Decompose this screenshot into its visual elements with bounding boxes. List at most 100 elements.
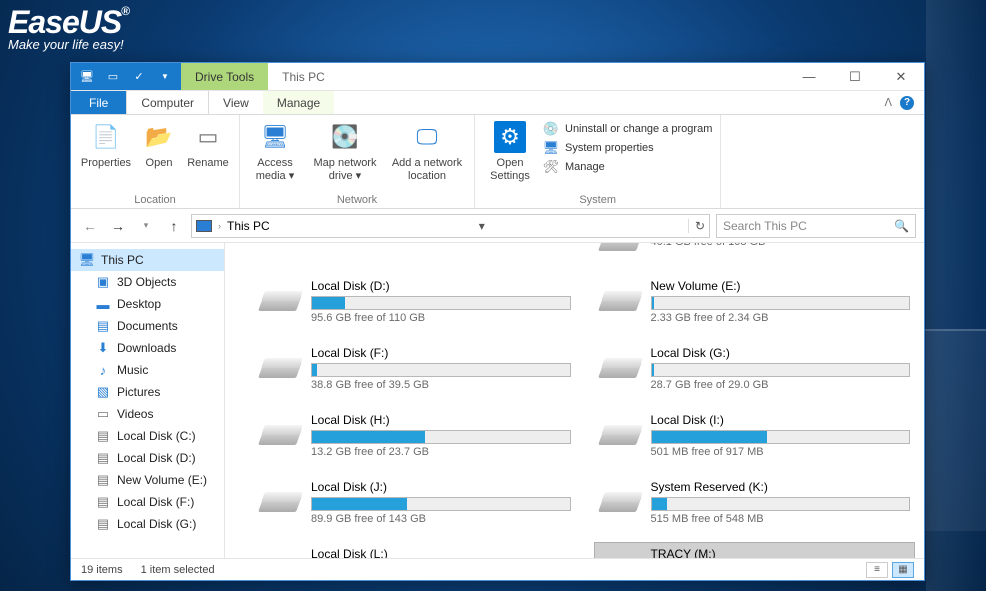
navigation-pane[interactable]: 🖥This PC▣3D Objects▬Desktop▤Documents⬇Do… (71, 243, 225, 558)
drive-capacity-bar (311, 363, 571, 377)
minimize-button[interactable]: — (786, 63, 832, 90)
drive-icon (599, 555, 641, 559)
qat-dropdown[interactable]: ▼ (153, 66, 177, 88)
tree-item-label: Documents (117, 319, 178, 333)
tree-item[interactable]: ▬Desktop (71, 293, 224, 315)
address-bar[interactable]: › This PC ▾ ↻ (191, 214, 710, 238)
ribbon: 📄 Properties 📂 Open ▭ Rename Location 🖥 … (71, 115, 924, 209)
drive-name: New Volume (E:) (651, 279, 911, 293)
search-placeholder: Search This PC (723, 219, 807, 233)
network-location-icon: 🖵 (411, 121, 443, 153)
maximize-button[interactable]: ☐ (832, 63, 878, 90)
open-settings-button[interactable]: ⚙ Open Settings (481, 117, 539, 182)
map-network-drive-button[interactable]: 💽 Map network drive ▾ (306, 117, 384, 182)
tree-item-icon: 🖥 (79, 252, 95, 268)
tree-item[interactable]: ▤Local Disk (D:) (71, 447, 224, 469)
watermark: EaseUS® Make your life easy! (8, 4, 129, 52)
qat-item[interactable]: ▭ (101, 66, 125, 88)
drive-item[interactable]: Local Disk (F:)38.8 GB free of 39.5 GB (255, 342, 575, 395)
drive-item[interactable]: 40.1 GB free of 108 GB (595, 243, 915, 261)
ribbon-tab-strip: File Computer View Manage ᐱ ? (71, 91, 924, 115)
drive-item[interactable]: Local Disk (H:)13.2 GB free of 23.7 GB (255, 409, 575, 462)
close-button[interactable]: ✕ (878, 63, 924, 90)
tree-item[interactable]: ▤Local Disk (C:) (71, 425, 224, 447)
search-box[interactable]: Search This PC 🔍 (716, 214, 916, 238)
refresh-button[interactable]: ↻ (688, 219, 705, 233)
forward-button[interactable]: → (107, 215, 129, 237)
access-media-button[interactable]: 🖥 Access media ▾ (246, 117, 304, 182)
uninstall-program-button[interactable]: 💿 Uninstall or change a program (543, 121, 712, 137)
drive-item[interactable]: New Volume (E:)2.33 GB free of 2.34 GB (595, 275, 915, 328)
tab-computer[interactable]: Computer (126, 91, 209, 114)
tree-item-icon: ▤ (95, 472, 111, 488)
system-properties-button[interactable]: 🖥 System properties (543, 140, 712, 156)
contextual-tab-header: Drive Tools (181, 63, 268, 90)
tree-item[interactable]: ▤Local Disk (G:) (71, 513, 224, 535)
file-tab[interactable]: File (71, 91, 126, 114)
drive-free-text: 89.9 GB free of 143 GB (311, 513, 571, 525)
ribbon-collapse-icon[interactable]: ᐱ (884, 96, 892, 109)
breadcrumb-separator-icon[interactable]: › (218, 221, 221, 231)
drive-item[interactable]: Local Disk (I:) 501 MB free of 917 MB (595, 409, 915, 462)
app-icon[interactable]: 🖥 (75, 66, 99, 88)
status-item-count: 19 items (81, 564, 123, 576)
drive-capacity-bar (651, 497, 911, 511)
status-bar: 19 items 1 item selected ≡ ▦ (71, 558, 924, 580)
drive-item[interactable]: Local Disk (L:)64.5 GB free of 98.7 GB (255, 543, 575, 558)
tree-item[interactable]: ▤Local Disk (F:) (71, 491, 224, 513)
tiles-view-button[interactable]: ▦ (892, 562, 914, 578)
tree-item[interactable]: ▣3D Objects (71, 271, 224, 293)
qat-item[interactable]: ✓ (127, 66, 151, 88)
tree-item-icon: ▧ (95, 384, 111, 400)
tree-item[interactable]: ♪Music (71, 359, 224, 381)
content-pane[interactable]: 40.1 GB free of 108 GB Local Disk (D:)95… (225, 243, 924, 558)
ribbon-group-location: 📄 Properties 📂 Open ▭ Rename Location (71, 115, 240, 208)
breadcrumb-location[interactable]: This PC (227, 219, 270, 233)
recent-locations-button[interactable]: ▾ (135, 215, 157, 237)
tree-item[interactable]: ▭Videos (71, 403, 224, 425)
drive-item[interactable]: Local Disk (G:)28.7 GB free of 29.0 GB (595, 342, 915, 395)
tree-item-label: New Volume (E:) (117, 473, 207, 487)
tree-item[interactable]: ▧Pictures (71, 381, 224, 403)
view-mode-toggle: ≡ ▦ (866, 562, 914, 578)
tree-item[interactable]: ▤Documents (71, 315, 224, 337)
drive-free-text: 501 MB free of 917 MB (651, 446, 911, 458)
manage-button[interactable]: 🛠 Manage (543, 159, 712, 175)
drive-item[interactable]: TRACY (M:)28.9 GB free of 28.9 GB (595, 543, 915, 558)
drive-item[interactable]: System Reserved (K:)515 MB free of 548 M… (595, 476, 915, 529)
properties-button[interactable]: 📄 Properties (77, 117, 135, 170)
tree-item-icon: ▭ (95, 406, 111, 422)
back-button[interactable]: ← (79, 215, 101, 237)
quick-access-toolbar: 🖥 ▭ ✓ ▼ (71, 63, 181, 90)
open-button[interactable]: 📂 Open (137, 117, 181, 170)
drive-icon (599, 287, 641, 317)
help-icon[interactable]: ? (900, 96, 914, 110)
drive-icon (599, 421, 641, 451)
up-button[interactable]: ↑ (163, 215, 185, 237)
tree-item[interactable]: 🖥 This PC (71, 249, 224, 271)
drive-name: Local Disk (D:) (311, 279, 571, 293)
tree-item-icon: ▤ (95, 450, 111, 466)
tree-item-label: Downloads (117, 341, 176, 355)
explorer-body: 🖥This PC▣3D Objects▬Desktop▤Documents⬇Do… (71, 243, 924, 558)
group-label: System (481, 192, 714, 208)
manage-icon: 🛠 (543, 159, 559, 175)
drive-item[interactable]: Local Disk (D:)95.6 GB free of 110 GB (255, 275, 575, 328)
tree-item[interactable]: ▤ New Volume (E:) (71, 469, 224, 491)
tree-item-label: This PC (101, 253, 144, 267)
explorer-window: 🖥 ▭ ✓ ▼ Drive Tools This PC — ☐ ✕ File C… (70, 62, 925, 581)
drive-capacity-bar (651, 363, 911, 377)
drive-name: System Reserved (K:) (651, 480, 911, 494)
this-pc-icon (196, 220, 212, 232)
tab-view[interactable]: View (209, 91, 263, 114)
drive-icon (259, 488, 301, 518)
details-view-button[interactable]: ≡ (866, 562, 888, 578)
drive-item[interactable]: Local Disk (J:)89.9 GB free of 143 GB (255, 476, 575, 529)
tree-item[interactable]: ⬇Downloads (71, 337, 224, 359)
add-network-location-button[interactable]: 🖵 Add a network location (386, 117, 468, 182)
rename-button[interactable]: ▭ Rename (183, 117, 233, 170)
drive-capacity-bar (311, 296, 571, 310)
drive-name: Local Disk (I:) (651, 413, 911, 427)
drive-capacity-bar (311, 430, 571, 444)
tab-manage[interactable]: Manage (263, 91, 334, 114)
